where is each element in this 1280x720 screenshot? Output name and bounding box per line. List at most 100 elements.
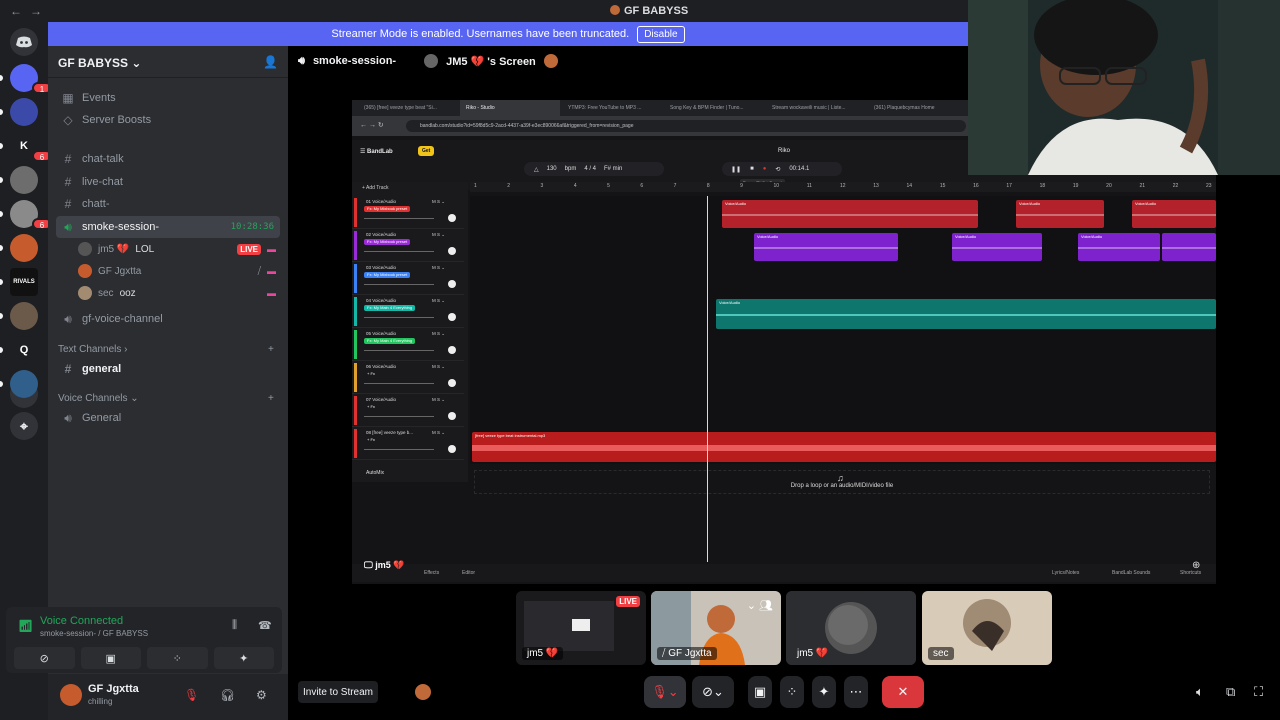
editor-tab[interactable]: Editor xyxy=(462,570,475,576)
mute-solo-buttons[interactable]: M S ⌄ xyxy=(432,265,445,271)
channel-chat-talk[interactable]: # chat-talk xyxy=(56,148,280,170)
audio-clip[interactable]: Voice/Audio xyxy=(1078,233,1160,261)
pan-knob[interactable] xyxy=(448,280,456,288)
get-membership-button[interactable]: Get xyxy=(418,146,435,156)
pan-knob[interactable] xyxy=(448,445,456,453)
mute-solo-buttons[interactable]: M S ⌄ xyxy=(432,232,445,238)
track-fx-chip[interactable]: + Fx xyxy=(364,437,378,443)
record-icon[interactable]: ● xyxy=(763,166,767,172)
time-signature[interactable]: 4 / 4 xyxy=(584,166,596,172)
drop-zone[interactable]: ♫ Drop a loop or an audio/MIDI/video fil… xyxy=(474,470,1210,494)
forward-arrow-icon[interactable]: → xyxy=(30,4,42,18)
server-icon[interactable]: Q xyxy=(10,336,38,364)
zoom-icon[interactable]: ⊕ xyxy=(1192,560,1200,571)
pan-knob[interactable] xyxy=(448,412,456,420)
audio-clip[interactable]: Voice/Audio xyxy=(952,233,1042,261)
add-channel-icon[interactable]: + xyxy=(268,393,274,404)
audio-clip[interactable] xyxy=(1162,233,1216,261)
screen-share-icon[interactable]: ▣ xyxy=(80,647,141,669)
volume-slider[interactable] xyxy=(364,449,434,450)
track-header[interactable]: 03 Voice/Audio Fx: My Mixbook preset M S ⌄ xyxy=(352,262,464,295)
server-icon[interactable] xyxy=(10,370,38,398)
arrangement-area[interactable]: Voice/Audio Voice/Audio Voice/Audio Voic… xyxy=(470,196,1216,464)
channel-chatt[interactable]: # chatt- xyxy=(56,193,280,215)
audio-clip[interactable]: Voice/Audio xyxy=(722,200,978,228)
browser-tab[interactable]: (365) [free] veeze type beat "Si... xyxy=(358,100,458,116)
track-fx-chip[interactable]: + Fx xyxy=(364,404,378,410)
track-fx-chip[interactable]: Fx: My Main 4 Everything xyxy=(364,338,416,344)
stop-icon[interactable]: ■ xyxy=(750,166,754,172)
track-header[interactable]: 07 Voice/Audio + Fx M S ⌄ xyxy=(352,394,464,427)
track-header[interactable]: 05 Voice/Audio Fx: My Main 4 Everything M … xyxy=(352,328,464,361)
voice-user[interactable]: GF Jgxtta ⧸ ▬ xyxy=(78,264,276,278)
popout-icon[interactable]: ⧉ xyxy=(1226,684,1235,700)
voice-user[interactable]: sec ooz ▬ xyxy=(78,286,276,300)
category-text-channels[interactable]: Text Channels › + xyxy=(58,344,280,355)
server-icon[interactable] xyxy=(10,302,38,330)
lyrics-notes-tab[interactable]: Lyrics/Notes xyxy=(1052,570,1079,576)
volume-slider[interactable] xyxy=(364,218,434,219)
pan-knob[interactable] xyxy=(448,346,456,354)
track-fx-chip[interactable]: Fx: My Main 4 Everything xyxy=(364,305,416,311)
explore-icon[interactable]: ⌖ xyxy=(10,412,38,440)
browser-tab[interactable]: (361) Plaquebcymas Home xyxy=(868,100,968,116)
track-header[interactable]: 01 Voice/Audio Fx: My Mixbook preset M S ⌄ xyxy=(352,196,464,229)
url-input[interactable]: bandlab.com/studio?id=59f8d5c9-2acd-4437… xyxy=(406,120,966,132)
headphones-icon[interactable]: 🎧︎ xyxy=(220,688,235,702)
browser-tab[interactable]: YTMP3: Free YouTube to MP3 ... xyxy=(562,100,662,116)
participant-tile[interactable]: LIVE jm5 💔 xyxy=(516,591,646,665)
audio-clip[interactable]: Voice/Audio xyxy=(716,299,1216,329)
track-fx-chip[interactable]: + Fx xyxy=(364,371,378,377)
effects-tab[interactable]: Effects xyxy=(424,570,439,576)
volume-slider[interactable] xyxy=(364,350,434,351)
volume-slider[interactable] xyxy=(364,416,434,417)
bpm-value[interactable]: 130 xyxy=(547,166,557,172)
mute-solo-buttons[interactable]: M S ⌄ xyxy=(432,364,445,370)
add-channel-icon[interactable]: + xyxy=(268,344,274,355)
server-icon[interactable]: RIVALS xyxy=(10,268,38,296)
popout-user-icon[interactable]: ⌄ 👥︎ xyxy=(747,599,773,612)
bandlab-sounds-tab[interactable]: BandLab Sounds xyxy=(1112,570,1150,576)
mic-muted-icon[interactable]: 🎙︎ xyxy=(184,688,199,702)
events-link[interactable]: ▦ Events xyxy=(56,87,280,109)
avatar[interactable] xyxy=(60,684,82,706)
camera-off-icon[interactable]: ⊘ xyxy=(14,647,75,669)
more-options-icon[interactable]: ⋯ xyxy=(844,676,868,708)
category-voice-channels[interactable]: Voice Channels ⌄ + xyxy=(58,393,280,404)
metronome-icon[interactable]: △ xyxy=(534,166,539,173)
fullscreen-icon[interactable]: ⛶ xyxy=(1254,684,1263,700)
audio-clip[interactable]: Voice/Audio xyxy=(754,233,898,261)
activities-icon[interactable]: ⁘ xyxy=(147,647,208,669)
voice-channel-general[interactable]: 🔊︎ General xyxy=(56,407,280,429)
track-header[interactable]: 04 Voice/Audio Fx: My Main 4 Everything M … xyxy=(352,295,464,328)
camera-off-button[interactable]: ⊘⌄ xyxy=(692,676,734,708)
participant-tile[interactable]: ⧸ GF Jgxtta ⌄ 👥︎ xyxy=(651,591,781,665)
browser-tab[interactable]: Stream wockaveili music | Liste... xyxy=(766,100,866,116)
disconnect-icon[interactable]: ☎ xyxy=(258,619,272,632)
automix-label[interactable]: AutoMix xyxy=(366,470,384,476)
browser-nav-icons[interactable]: ← → ↻ xyxy=(360,121,384,129)
track-header[interactable]: 02 Voice/Audio Fx: My Mixbook preset M S ⌄ xyxy=(352,229,464,262)
channel-live-chat[interactable]: # live-chat xyxy=(56,171,280,193)
volume-slider[interactable] xyxy=(364,251,434,252)
soundboard-icon[interactable]: ✦ xyxy=(812,676,836,708)
beat-clip[interactable]: [free] veeze type beat instrumental.mp3 xyxy=(472,432,1216,462)
browser-tab[interactable]: Riko - Studio xyxy=(460,100,560,116)
pause-icon[interactable]: ❚❚ xyxy=(731,166,741,173)
track-fx-chip[interactable]: Fx: My Mixbook preset xyxy=(364,272,411,278)
discord-icon[interactable] xyxy=(10,28,38,56)
volume-slider[interactable] xyxy=(364,383,434,384)
audio-clip[interactable]: Voice/Audio xyxy=(1016,200,1104,228)
pan-knob[interactable] xyxy=(448,313,456,321)
volume-slider[interactable] xyxy=(364,284,434,285)
back-arrow-icon[interactable]: ← xyxy=(10,4,22,18)
mute-solo-buttons[interactable]: M S ⌄ xyxy=(432,199,445,205)
settings-gear-icon[interactable]: ⚙ xyxy=(256,688,267,702)
participant-tile[interactable]: sec xyxy=(922,591,1052,665)
key-value[interactable]: F# min xyxy=(604,166,622,172)
server-icon[interactable] xyxy=(10,166,38,194)
mute-solo-buttons[interactable]: M S ⌄ xyxy=(432,397,445,403)
voice-channel-gf-voice[interactable]: 🔊︎ gf-voice-channel xyxy=(56,308,280,330)
activities-icon[interactable]: ⁘ xyxy=(780,676,804,708)
mic-muted-button[interactable]: 🎙︎⌄ xyxy=(644,676,686,708)
